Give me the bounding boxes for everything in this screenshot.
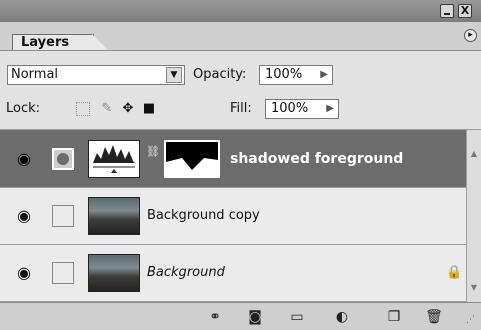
new-adjustment-layer-icon[interactable]: ◐: [332, 308, 352, 326]
layer-name[interactable]: Background: [147, 263, 225, 283]
lock-all-icon[interactable]: ■: [142, 102, 156, 116]
blend-mode-value: Normal: [11, 67, 59, 82]
close-button[interactable]: X: [458, 4, 472, 18]
fill-value: 100%: [271, 101, 309, 116]
lock-position-move-icon[interactable]: ✥: [121, 102, 135, 116]
delete-layer-icon[interactable]: 🗑: [424, 308, 444, 326]
fill-label: Fill:: [230, 101, 252, 116]
scroll-down-icon[interactable]: ▼: [468, 282, 480, 294]
levels-adjustment-thumbnail[interactable]: [88, 140, 140, 178]
chevron-down-icon[interactable]: ▼: [166, 67, 182, 83]
lock-transparency-icon[interactable]: [76, 102, 90, 116]
link-indicator[interactable]: [52, 262, 74, 284]
tab-row: Layers ▸: [0, 22, 481, 51]
panel-menu-arrow-icon[interactable]: ▸: [464, 29, 477, 42]
visibility-eye-icon[interactable]: ◉: [6, 198, 42, 234]
layer-row[interactable]: ◉ Background 🔒: [0, 245, 466, 302]
new-layer-icon[interactable]: ❐: [384, 308, 404, 326]
visibility-eye-icon[interactable]: ◉: [6, 141, 42, 177]
panel-titlebar[interactable]: X: [0, 0, 481, 22]
layers-scrollbar[interactable]: ▲ ▼: [466, 130, 481, 302]
opacity-field[interactable]: 100% ▶: [259, 65, 333, 85]
new-group-icon[interactable]: ▭: [287, 308, 307, 326]
layer-name[interactable]: Background copy: [147, 206, 260, 226]
layers-list: ◉ ⛓ shadowed foreground ◉ Background cop…: [0, 130, 466, 302]
fill-field[interactable]: 100% ▶: [265, 99, 339, 119]
layer-options: Normal ▼ Opacity: 100% ▶ Lock: ✎ ✥ ■ Fil…: [0, 51, 481, 130]
blend-mode-select[interactable]: Normal ▼: [7, 65, 185, 85]
mask-link-chain-icon[interactable]: ⛓: [146, 145, 160, 158]
layer-name[interactable]: shadowed foreground: [230, 149, 403, 169]
lock-icon: 🔒: [446, 265, 463, 280]
opacity-label: Opacity:: [193, 67, 247, 82]
visibility-eye-icon[interactable]: ◉: [6, 255, 42, 291]
minimize-button[interactable]: [440, 4, 454, 18]
layer-row[interactable]: ◉ Background copy: [0, 188, 466, 245]
mask-thumbnail[interactable]: [164, 140, 220, 178]
resize-grip-icon[interactable]: ⋰: [466, 315, 475, 325]
link-indicator[interactable]: [52, 205, 74, 227]
scroll-up-icon[interactable]: ▲: [468, 148, 480, 160]
layer-row[interactable]: ◉ ⛓ shadowed foreground: [0, 130, 466, 188]
layers-panel: X Layers ▸ Normal ▼ Opacity: 100% ▶ Lock…: [0, 0, 481, 330]
lock-label: Lock:: [6, 101, 41, 116]
opacity-slider-arrow-icon[interactable]: ▶: [320, 66, 328, 84]
layer-thumbnail[interactable]: [88, 254, 140, 292]
tab-layers[interactable]: Layers: [12, 34, 94, 50]
opacity-value: 100%: [265, 67, 303, 82]
lock-image-brush-icon[interactable]: ✎: [100, 102, 114, 116]
layer-thumbnail[interactable]: [88, 197, 140, 235]
add-mask-icon[interactable]: ◙: [245, 308, 265, 326]
link-layers-icon[interactable]: ⚭: [205, 308, 225, 326]
panel-footer: ⚭ ◙ ▭ ◐ ❐ 🗑 ⋰: [0, 302, 481, 330]
tab-edge: [92, 34, 108, 50]
layer-mask-toggle[interactable]: [52, 148, 74, 170]
fill-slider-arrow-icon[interactable]: ▶: [326, 100, 334, 118]
